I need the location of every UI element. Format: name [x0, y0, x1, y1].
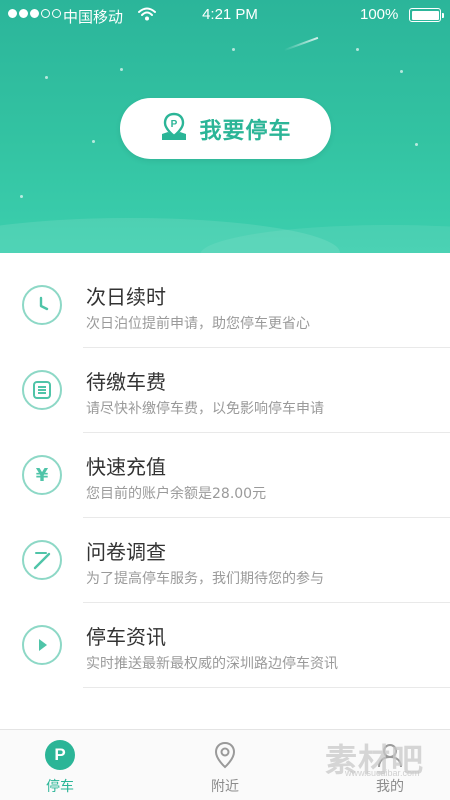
list-item-unpaid-fees[interactable]: 待缴车费 请尽快补缴停车费，以免影响停车申请 [0, 348, 450, 433]
status-time: 4:21 PM [202, 6, 258, 23]
list-item-title: 待缴车费 [86, 370, 166, 394]
list-item-next-day-renewal[interactable]: 次日续时 次日泊位提前申请，助您停车更省心 [0, 263, 450, 348]
list-item-title: 快速充值 [86, 455, 166, 479]
parking-location-icon: P [159, 112, 189, 145]
list-item-quick-recharge[interactable]: ¥ 快速充值 您目前的账户余额是28.00元 [0, 433, 450, 518]
tab-parking[interactable]: P 停车 [0, 730, 120, 800]
park-car-button[interactable]: P 我要停车 [120, 98, 331, 159]
shooting-star-decoration [283, 36, 319, 52]
carrier-name: 中国移动 [63, 9, 124, 26]
list-item-survey[interactable]: 问卷调查 为了提高停车服务，我们期待您的参与 [0, 518, 450, 603]
star-decoration [45, 76, 48, 79]
star-decoration [415, 143, 418, 146]
list-item-title: 次日续时 [86, 285, 166, 309]
star-decoration [356, 48, 359, 51]
list-item-description: 您目前的账户余额是28.00元 [86, 486, 267, 502]
park-car-label: 我要停车 [199, 117, 292, 143]
svg-text:P: P [171, 119, 178, 130]
battery-icon [409, 8, 444, 22]
service-list: 次日续时 次日泊位提前申请，助您停车更省心 待缴车费 请尽快补缴停车费，以免影响… [0, 263, 450, 688]
tab-label: 附近 [211, 779, 239, 795]
divider [83, 687, 450, 688]
pencil-icon [22, 540, 62, 580]
parking-icon: P [45, 740, 75, 770]
star-decoration [20, 195, 23, 198]
star-decoration [232, 48, 235, 51]
list-icon [22, 370, 62, 410]
location-pin-icon [210, 740, 240, 770]
list-item-description: 为了提高停车服务，我们期待您的参与 [86, 571, 324, 587]
star-decoration [120, 68, 123, 71]
status-bar: 中国移动 4:21 PM 100% [0, 0, 450, 30]
star-decoration [400, 70, 403, 73]
list-item-description: 实时推送最新最权威的深圳路边停车资讯 [86, 656, 338, 672]
star-decoration [92, 140, 95, 143]
battery-percent: 100% [360, 6, 399, 23]
yen-icon: ¥ [22, 455, 62, 495]
list-item-title: 停车资讯 [86, 625, 166, 649]
signal-icon [8, 9, 61, 18]
clock-icon [22, 285, 62, 325]
list-item-title: 问卷调查 [86, 540, 166, 564]
play-icon [22, 625, 62, 665]
tab-nearby[interactable]: 附近 [165, 730, 285, 800]
list-item-description: 请尽快补缴停车费，以免影响停车申请 [86, 401, 324, 417]
list-item-parking-news[interactable]: 停车资讯 实时推送最新最权威的深圳路边停车资讯 [0, 603, 450, 688]
tab-label: 停车 [46, 779, 74, 795]
wifi-icon [138, 7, 156, 25]
list-item-description: 次日泊位提前申请，助您停车更省心 [86, 316, 310, 332]
watermark-url: www.sucaibar.com [345, 768, 420, 778]
